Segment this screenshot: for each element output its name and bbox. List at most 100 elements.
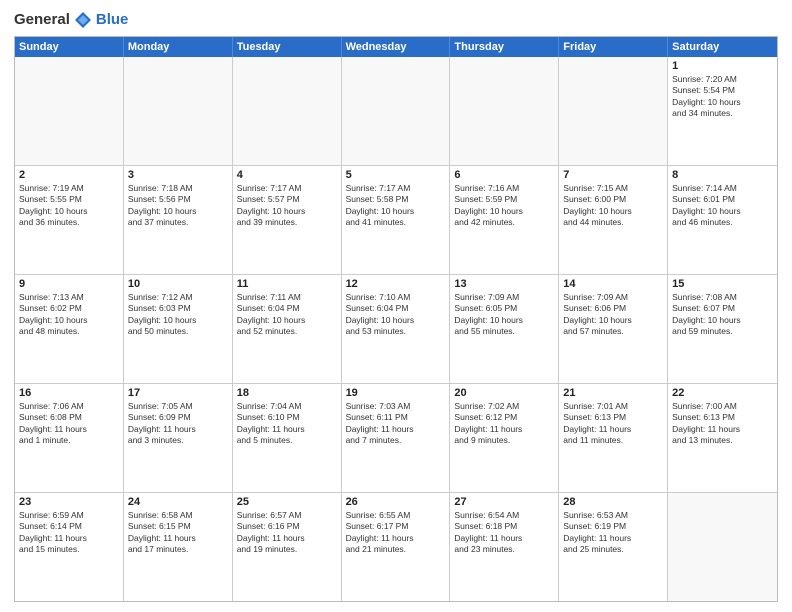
day-info: Sunrise: 7:12 AM Sunset: 6:03 PM Dayligh… (128, 292, 228, 338)
day-number: 11 (237, 278, 337, 290)
day-cell-10: 10 Sunrise: 7:12 AM Sunset: 6:03 PM Dayli… (124, 275, 233, 383)
day-cell-20: 20 Sunrise: 7:02 AM Sunset: 6:12 PM Dayli… (450, 384, 559, 492)
day-cell-7: 7 Sunrise: 7:15 AM Sunset: 6:00 PM Daylig… (559, 166, 668, 274)
day-info: Sunrise: 7:17 AM Sunset: 5:57 PM Dayligh… (237, 183, 337, 229)
day-info: Sunrise: 7:11 AM Sunset: 6:04 PM Dayligh… (237, 292, 337, 338)
day-info: Sunrise: 7:00 AM Sunset: 6:13 PM Dayligh… (672, 401, 773, 447)
day-info: Sunrise: 7:09 AM Sunset: 6:06 PM Dayligh… (563, 292, 663, 338)
day-info: Sunrise: 7:17 AM Sunset: 5:58 PM Dayligh… (346, 183, 446, 229)
day-cell-27: 27 Sunrise: 6:54 AM Sunset: 6:18 PM Dayli… (450, 493, 559, 601)
day-info: Sunrise: 6:59 AM Sunset: 6:14 PM Dayligh… (19, 510, 119, 556)
day-number: 8 (672, 169, 773, 181)
day-cell-empty-0-0 (15, 57, 124, 165)
weekday-header-sunday: Sunday (15, 37, 124, 57)
day-number: 22 (672, 387, 773, 399)
day-number: 7 (563, 169, 663, 181)
calendar-row-1: 2Sunrise: 7:19 AM Sunset: 5:55 PM Daylig… (15, 165, 777, 274)
day-number: 16 (19, 387, 119, 399)
day-info: Sunrise: 7:14 AM Sunset: 6:01 PM Dayligh… (672, 183, 773, 229)
calendar-body: 1 Sunrise: 7:20 AM Sunset: 5:54 PM Daylig… (15, 57, 777, 601)
day-info: Sunrise: 7:09 AM Sunset: 6:05 PM Dayligh… (454, 292, 554, 338)
day-info: Sunrise: 7:18 AM Sunset: 5:56 PM Dayligh… (128, 183, 228, 229)
day-cell-13: 13 Sunrise: 7:09 AM Sunset: 6:05 PM Dayli… (450, 275, 559, 383)
day-number: 3 (128, 169, 228, 181)
day-number: 17 (128, 387, 228, 399)
day-info: Sunrise: 7:10 AM Sunset: 6:04 PM Dayligh… (346, 292, 446, 338)
day-info: Sunrise: 7:20 AM Sunset: 5:54 PM Dayligh… (672, 74, 773, 120)
day-number: 10 (128, 278, 228, 290)
day-number: 6 (454, 169, 554, 181)
day-cell-25: 25 Sunrise: 6:57 AM Sunset: 6:16 PM Dayli… (233, 493, 342, 601)
day-number: 2 (19, 169, 119, 181)
day-info: Sunrise: 6:53 AM Sunset: 6:19 PM Dayligh… (563, 510, 663, 556)
day-number: 25 (237, 496, 337, 508)
day-cell-23: 23 Sunrise: 6:59 AM Sunset: 6:14 PM Dayli… (15, 493, 124, 601)
day-cell-empty-0-4 (450, 57, 559, 165)
day-info: Sunrise: 6:55 AM Sunset: 6:17 PM Dayligh… (346, 510, 446, 556)
day-cell-15: 15 Sunrise: 7:08 AM Sunset: 6:07 PM Dayli… (668, 275, 777, 383)
day-cell-6: 6 Sunrise: 7:16 AM Sunset: 5:59 PM Daylig… (450, 166, 559, 274)
header: General Blue (14, 10, 778, 30)
calendar-row-3: 16 Sunrise: 7:06 AM Sunset: 6:08 PM Dayli… (15, 383, 777, 492)
weekday-header-tuesday: Tuesday (233, 37, 342, 57)
day-cell-9: 9 Sunrise: 7:13 AM Sunset: 6:02 PM Daylig… (15, 275, 124, 383)
day-cell-11: 11 Sunrise: 7:11 AM Sunset: 6:04 PM Dayli… (233, 275, 342, 383)
day-info: Sunrise: 6:58 AM Sunset: 6:15 PM Dayligh… (128, 510, 228, 556)
day-number: 15 (672, 278, 773, 290)
weekday-header-friday: Friday (559, 37, 668, 57)
weekday-header-thursday: Thursday (450, 37, 559, 57)
logo: General Blue (14, 10, 128, 30)
day-info: Sunrise: 6:54 AM Sunset: 6:18 PM Dayligh… (454, 510, 554, 556)
logo-icon (73, 10, 93, 30)
day-number: 5 (346, 169, 446, 181)
calendar: SundayMondayTuesdayWednesdayThursdayFrid… (14, 36, 778, 602)
day-number: 13 (454, 278, 554, 290)
day-number: 1 (672, 60, 773, 72)
day-number: 27 (454, 496, 554, 508)
day-info: Sunrise: 7:03 AM Sunset: 6:11 PM Dayligh… (346, 401, 446, 447)
day-info: Sunrise: 6:57 AM Sunset: 6:16 PM Dayligh… (237, 510, 337, 556)
day-number: 23 (19, 496, 119, 508)
day-info: Sunrise: 7:04 AM Sunset: 6:10 PM Dayligh… (237, 401, 337, 447)
day-number: 21 (563, 387, 663, 399)
day-number: 4 (237, 169, 337, 181)
day-number: 20 (454, 387, 554, 399)
day-info: Sunrise: 7:06 AM Sunset: 6:08 PM Dayligh… (19, 401, 119, 447)
day-number: 24 (128, 496, 228, 508)
calendar-header: SundayMondayTuesdayWednesdayThursdayFrid… (15, 37, 777, 57)
day-info: Sunrise: 7:13 AM Sunset: 6:02 PM Dayligh… (19, 292, 119, 338)
day-cell-16: 16 Sunrise: 7:06 AM Sunset: 6:08 PM Dayli… (15, 384, 124, 492)
calendar-row-0: 1 Sunrise: 7:20 AM Sunset: 5:54 PM Daylig… (15, 57, 777, 165)
logo-general: General (14, 11, 70, 29)
day-cell-empty-0-3 (342, 57, 451, 165)
day-number: 26 (346, 496, 446, 508)
calendar-row-4: 23 Sunrise: 6:59 AM Sunset: 6:14 PM Dayli… (15, 492, 777, 601)
day-cell-21: 21Sunrise: 7:01 AM Sunset: 6:13 PM Dayli… (559, 384, 668, 492)
day-cell-19: 19Sunrise: 7:03 AM Sunset: 6:11 PM Dayli… (342, 384, 451, 492)
day-info: Sunrise: 7:15 AM Sunset: 6:00 PM Dayligh… (563, 183, 663, 229)
day-number: 28 (563, 496, 663, 508)
day-info: Sunrise: 7:08 AM Sunset: 6:07 PM Dayligh… (672, 292, 773, 338)
logo-blue: Blue (96, 11, 129, 29)
day-cell-14: 14 Sunrise: 7:09 AM Sunset: 6:06 PM Dayli… (559, 275, 668, 383)
weekday-header-wednesday: Wednesday (342, 37, 451, 57)
day-cell-3: 3 Sunrise: 7:18 AM Sunset: 5:56 PM Daylig… (124, 166, 233, 274)
calendar-row-2: 9 Sunrise: 7:13 AM Sunset: 6:02 PM Daylig… (15, 274, 777, 383)
day-info: Sunrise: 7:16 AM Sunset: 5:59 PM Dayligh… (454, 183, 554, 229)
day-cell-5: 5 Sunrise: 7:17 AM Sunset: 5:58 PM Daylig… (342, 166, 451, 274)
day-cell-22: 22 Sunrise: 7:00 AM Sunset: 6:13 PM Dayli… (668, 384, 777, 492)
day-cell-18: 18 Sunrise: 7:04 AM Sunset: 6:10 PM Dayli… (233, 384, 342, 492)
day-cell-24: 24 Sunrise: 6:58 AM Sunset: 6:15 PM Dayli… (124, 493, 233, 601)
day-cell-empty-4-6 (668, 493, 777, 601)
day-number: 14 (563, 278, 663, 290)
day-cell-8: 8 Sunrise: 7:14 AM Sunset: 6:01 PM Daylig… (668, 166, 777, 274)
day-cell-28: 28 Sunrise: 6:53 AM Sunset: 6:19 PM Dayli… (559, 493, 668, 601)
day-info: Sunrise: 7:02 AM Sunset: 6:12 PM Dayligh… (454, 401, 554, 447)
page: General Blue SundayMondayTuesdayWednesda… (0, 0, 792, 612)
day-number: 9 (19, 278, 119, 290)
day-number: 18 (237, 387, 337, 399)
day-cell-1: 1 Sunrise: 7:20 AM Sunset: 5:54 PM Daylig… (668, 57, 777, 165)
day-cell-4: 4 Sunrise: 7:17 AM Sunset: 5:57 PM Daylig… (233, 166, 342, 274)
weekday-header-saturday: Saturday (668, 37, 777, 57)
day-info: Sunrise: 7:05 AM Sunset: 6:09 PM Dayligh… (128, 401, 228, 447)
